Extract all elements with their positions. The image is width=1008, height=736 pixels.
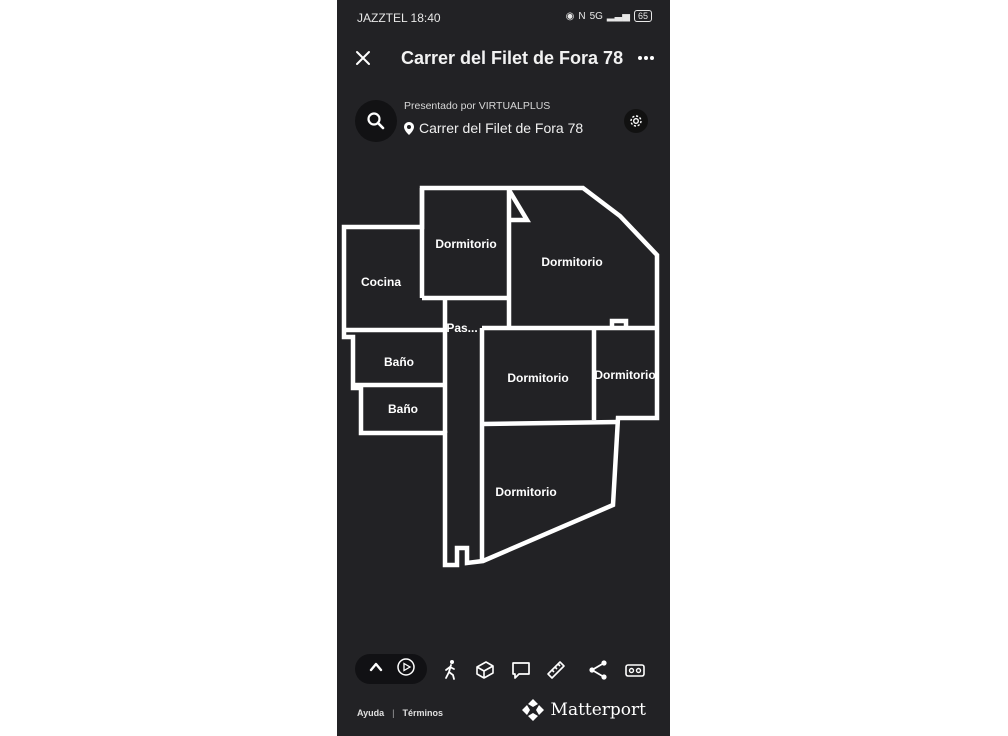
more-icon xyxy=(638,56,654,60)
wall-mid-bedrooms-bottom xyxy=(481,419,619,427)
wall-closet xyxy=(507,188,531,223)
floor-plan[interactable]: Dormitorio Dormitorio Cocina Pas... Baño… xyxy=(337,180,670,580)
page-title: Carrer del Filet de Fora 78 xyxy=(401,48,624,68)
search-button[interactable] xyxy=(355,100,397,142)
vr-icon xyxy=(625,664,645,677)
room-label-dormitorio-5[interactable]: Dormitorio xyxy=(495,485,556,499)
play-button[interactable] xyxy=(396,657,416,682)
share-button[interactable] xyxy=(586,658,610,682)
matterport-logo-icon xyxy=(521,699,544,721)
presented-by: Presentado por VIRTUALPLUS xyxy=(404,100,551,112)
location-pin-icon xyxy=(404,121,414,135)
walk-icon xyxy=(445,660,455,680)
gear-icon xyxy=(630,115,642,127)
eye-icon: ◉ xyxy=(565,10,575,22)
tour-controls xyxy=(355,654,427,684)
room-label-cocina[interactable]: Cocina xyxy=(361,275,401,289)
room-label-dormitorio-3[interactable]: Dormitorio xyxy=(507,371,568,385)
room-label-dormitorio-4[interactable]: Dormitorio xyxy=(594,368,655,382)
chevron-up-button[interactable] xyxy=(367,658,385,681)
brand-name: Matterport xyxy=(550,700,646,720)
network-label: 5G xyxy=(589,10,603,22)
signal-icon: ▂▃▅ xyxy=(606,10,630,22)
room-label-dormitorio-2[interactable]: Dormitorio xyxy=(541,255,602,269)
address-text: Carrer del Filet de Fora 78 xyxy=(419,120,584,136)
room-label-dormitorio-1[interactable]: Dormitorio xyxy=(435,237,496,251)
share-icon xyxy=(589,660,607,680)
bottom-toolbar xyxy=(337,652,670,688)
room-label-pasillo[interactable]: Pas... xyxy=(446,321,477,335)
close-button[interactable] xyxy=(351,46,375,70)
walk-button[interactable] xyxy=(439,658,463,682)
measure-icon xyxy=(547,661,565,679)
address-row: Carrer del Filet de Fora 78 xyxy=(404,120,583,136)
comment-button[interactable] xyxy=(509,658,533,682)
search-icon xyxy=(367,112,385,130)
comment-icon xyxy=(512,662,530,679)
help-link[interactable]: Ayuda xyxy=(357,708,384,718)
battery-icon: 65 xyxy=(633,10,652,22)
nfc-icon: N xyxy=(578,10,586,22)
measure-button[interactable] xyxy=(544,658,568,682)
matterport-logo[interactable]: Matterport xyxy=(521,698,646,722)
dollhouse-button[interactable] xyxy=(473,658,497,682)
footer-separator: | xyxy=(392,708,395,718)
settings-button[interactable] xyxy=(624,109,648,133)
chevron-up-icon xyxy=(369,662,382,671)
vr-button[interactable] xyxy=(623,658,647,682)
more-options-button[interactable] xyxy=(634,46,658,70)
close-icon xyxy=(356,51,370,65)
room-label-bano-1[interactable]: Baño xyxy=(384,355,414,369)
status-carrier-time: JAZZTEL 18:40 xyxy=(357,11,441,25)
footer-links: Ayuda | Términos xyxy=(357,708,443,718)
app-screen: JAZZTEL 18:40 ◉ N 5G ▂▃▅ 65 Carrer del F… xyxy=(337,0,670,736)
dollhouse-icon xyxy=(476,661,494,679)
play-icon xyxy=(396,657,415,676)
terms-link[interactable]: Términos xyxy=(403,708,444,718)
room-label-bano-2[interactable]: Baño xyxy=(388,402,418,416)
status-icons: ◉ N 5G ▂▃▅ 65 xyxy=(566,10,652,22)
